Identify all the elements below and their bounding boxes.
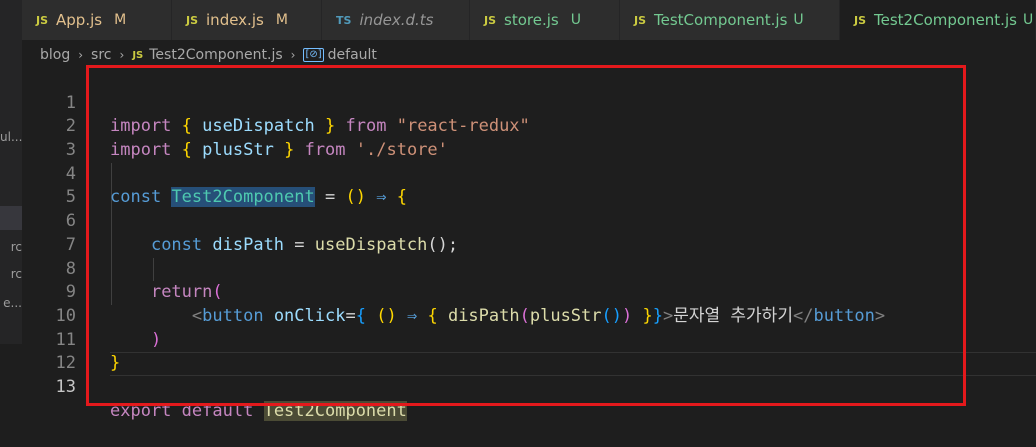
symbol-variable-icon: [⊘]	[303, 48, 324, 62]
tab-index-d-ts[interactable]: TS index.d.ts	[322, 0, 470, 40]
chevron-right-icon: ›	[119, 48, 125, 62]
code-line[interactable]: 8 return(	[22, 234, 1036, 303]
tab-store-js[interactable]: JS store.js U	[470, 0, 620, 40]
token: export	[110, 400, 172, 421]
token: default	[181, 400, 254, 421]
breadcrumb: blog › src › JS Test2Component.js › [⊘] …	[40, 44, 377, 66]
breadcrumb-item[interactable]: blog	[40, 47, 70, 63]
code-line[interactable]: 11 }	[22, 305, 1036, 374]
js-file-icon: JS	[186, 13, 199, 27]
breadcrumb-symbol[interactable]: default	[328, 47, 377, 63]
tab-label: index.d.ts	[359, 11, 434, 29]
explorer-sidebar-strip: ul... rc rc e...	[0, 0, 22, 431]
js-file-icon: JS	[854, 13, 867, 27]
tab-label: index.js	[206, 11, 264, 29]
git-status-badge: U	[793, 12, 804, 28]
sidebar-fragment[interactable]: e...	[0, 296, 22, 310]
code-line[interactable]: 7	[22, 210, 1036, 255]
tab-label: Test2Component.js	[874, 11, 1017, 29]
code-line[interactable]: 12	[22, 329, 1036, 373]
breadcrumb-file[interactable]: Test2Component.js	[149, 47, 282, 63]
code-line[interactable]: 3	[22, 115, 1036, 160]
tab-app-js[interactable]: JS App.js M	[22, 0, 172, 40]
git-status-badge: U	[570, 12, 581, 28]
sidebar-fragment[interactable]: rc	[0, 240, 22, 254]
editor-tab-bar: JS App.js M JS index.js M TS index.d.ts …	[22, 0, 1036, 40]
tab-label: store.js	[504, 11, 559, 29]
code-line-current[interactable]: 13 export default Test2Component	[22, 352, 1036, 421]
code-line[interactable]: 5	[22, 163, 1036, 207]
code-line[interactable]: 1 import { useDispatch } from "react-red…	[22, 68, 1036, 137]
sidebar-bottom	[0, 344, 22, 431]
sidebar-fragment[interactable]: rc	[0, 267, 22, 281]
git-status-badge: M	[275, 12, 288, 28]
chevron-right-icon: ›	[290, 48, 296, 62]
sidebar-fragment[interactable]: ul...	[0, 130, 22, 144]
tab-index-js[interactable]: JS index.js M	[172, 0, 322, 40]
git-status-badge: U	[1022, 12, 1034, 28]
code-line[interactable]: 6 const disPath = useDispatch();	[22, 186, 1036, 255]
tab-test2component-js[interactable]: JS Test2Component.js U	[840, 0, 1036, 40]
code-line[interactable]: 2 import { plusStr } from './store'	[22, 92, 1036, 160]
tab-testcomponent-js[interactable]: JS TestComponent.js U	[620, 0, 840, 40]
ts-file-icon: TS	[336, 13, 352, 27]
sidebar-selected-row[interactable]	[0, 206, 22, 230]
code-line[interactable]: 4 const Test2Component = () ⇒ {	[22, 139, 1036, 208]
line-number: 13	[55, 376, 76, 397]
tab-label: TestComponent.js	[654, 11, 788, 29]
code-line[interactable]: 9 <button onClick={ () ⇒ { disPath(plusS…	[22, 258, 1036, 326]
code-editor[interactable]: 1 import { useDispatch } from "react-red…	[22, 68, 1036, 421]
token: Test2Component	[263, 400, 407, 421]
git-status-badge: M	[114, 12, 127, 28]
breadcrumb-item[interactable]: src	[91, 47, 111, 63]
js-file-icon: JS	[634, 13, 647, 27]
js-file-icon: JS	[132, 49, 144, 61]
chevron-right-icon: ›	[78, 48, 84, 62]
tab-label: App.js	[56, 11, 103, 29]
js-file-icon: JS	[36, 13, 49, 27]
js-file-icon: JS	[484, 13, 497, 27]
code-line[interactable]: 10 )	[22, 281, 1036, 350]
